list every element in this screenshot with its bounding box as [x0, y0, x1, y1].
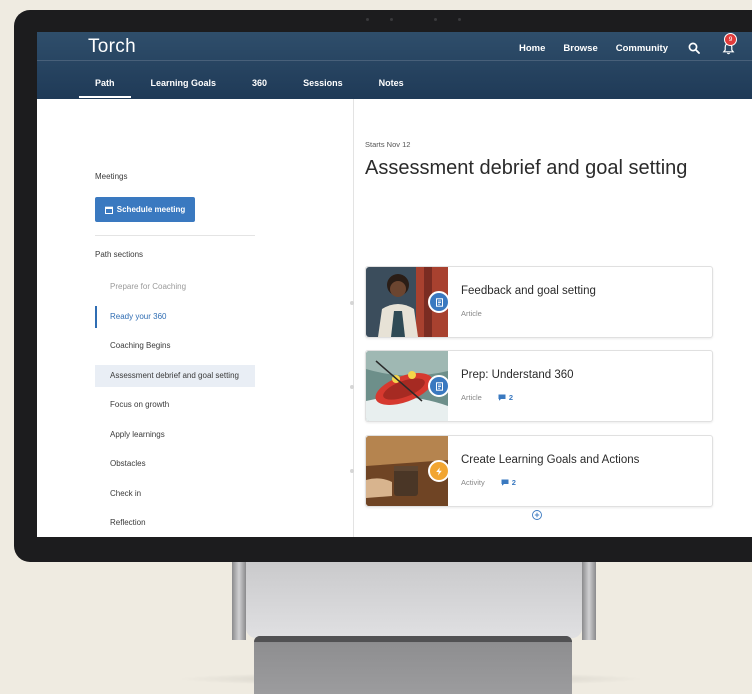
- activity-bolt-icon: [428, 460, 450, 482]
- left-panel: Meetings Schedule meeting Path sections …: [37, 99, 354, 537]
- add-circle-icon[interactable]: [531, 508, 543, 520]
- calendar-icon: [104, 206, 113, 214]
- article-icon: [428, 375, 450, 397]
- tab-bar: Path Learning Goals 360 Sessions Notes: [79, 70, 440, 98]
- content-card[interactable]: Create Learning Goals and Actions Activi…: [365, 435, 713, 507]
- timeline-dot: [350, 469, 354, 473]
- card-title: Prep: Understand 360: [461, 369, 574, 381]
- article-icon: [428, 291, 450, 313]
- start-date: Starts Nov 12: [365, 140, 411, 149]
- brand-logo[interactable]: Torch: [88, 36, 136, 58]
- comment-icon: [501, 479, 509, 486]
- tab-notes[interactable]: Notes: [379, 70, 404, 98]
- path-section-item-selected[interactable]: Assessment debrief and goal setting: [95, 364, 255, 387]
- path-section-item[interactable]: Prepare for Coaching: [95, 276, 255, 298]
- notification-badge: 9: [724, 33, 737, 46]
- path-section-item[interactable]: Check in: [95, 483, 255, 505]
- card-title: Create Learning Goals and Actions: [461, 454, 640, 466]
- card-title: Feedback and goal setting: [461, 285, 596, 297]
- top-header: Torch Home Browse Community 9 Path Learn…: [37, 32, 752, 99]
- stand-inner-panel: [246, 560, 582, 638]
- nav-home[interactable]: Home: [519, 43, 545, 54]
- tab-sessions[interactable]: Sessions: [303, 70, 343, 98]
- tab-learning-goals[interactable]: Learning Goals: [151, 70, 217, 98]
- search-icon[interactable]: [686, 40, 702, 56]
- content-card[interactable]: Feedback and goal setting Article: [365, 266, 713, 338]
- comment-count-value: 2: [511, 478, 516, 487]
- timeline-dot: [350, 385, 354, 389]
- schedule-meeting-label: Schedule meeting: [116, 205, 186, 214]
- stand-arm-right: [582, 560, 596, 640]
- timeline-dot: [350, 301, 354, 305]
- top-nav: Home Browse Community 9: [519, 33, 737, 56]
- card-type: Activity: [461, 478, 485, 487]
- path-section-item[interactable]: Coaching Begins: [95, 335, 255, 357]
- path-section-item[interactable]: Apply learnings: [95, 424, 255, 446]
- card-meta: Article: [461, 309, 482, 318]
- path-sections-label: Path sections: [95, 250, 144, 259]
- camera-dot: [390, 18, 393, 21]
- nav-community[interactable]: Community: [616, 43, 668, 54]
- notifications-button[interactable]: 9: [720, 33, 737, 56]
- header-divider: [37, 60, 752, 61]
- divider: [95, 235, 255, 236]
- comment-count[interactable]: 2: [501, 478, 516, 487]
- stand-base-top: [254, 636, 572, 642]
- comment-icon: [498, 394, 506, 401]
- stand-arm-left: [232, 560, 246, 640]
- meetings-label: Meetings: [95, 172, 128, 181]
- tab-360[interactable]: 360: [252, 70, 267, 98]
- nav-browse[interactable]: Browse: [563, 43, 597, 54]
- stand-base: [254, 636, 572, 694]
- card-meta: Article 2: [461, 393, 513, 402]
- camera-dot: [434, 18, 437, 21]
- card-type: Article: [461, 393, 482, 402]
- comment-count-value: 2: [508, 393, 514, 402]
- content-card[interactable]: Prep: Understand 360 Article 2: [365, 350, 713, 422]
- monitor-bezel: Torch Home Browse Community 9 Path Learn…: [14, 10, 752, 562]
- path-section-item[interactable]: Obstacles: [95, 453, 255, 475]
- camera-dot: [458, 18, 461, 21]
- tab-path[interactable]: Path: [79, 70, 130, 98]
- app-screen: Torch Home Browse Community 9 Path Learn…: [37, 32, 752, 537]
- card-type: Article: [461, 309, 482, 318]
- card-meta: Activity 2: [461, 478, 516, 487]
- schedule-meeting-button[interactable]: Schedule meeting: [95, 197, 195, 222]
- page-title: Assessment debrief and goal setting: [365, 157, 688, 179]
- path-section-item[interactable]: Ready your 360: [95, 305, 255, 328]
- path-section-item[interactable]: Focus on growth: [95, 394, 255, 416]
- camera-dot: [366, 18, 369, 21]
- path-sections-list: Prepare for Coaching Ready your 360 Coac…: [95, 276, 255, 537]
- main-content: Starts Nov 12 Assessment debrief and goa…: [350, 99, 752, 537]
- comment-count[interactable]: 2: [498, 393, 513, 402]
- path-section-item[interactable]: Reflection: [95, 512, 255, 534]
